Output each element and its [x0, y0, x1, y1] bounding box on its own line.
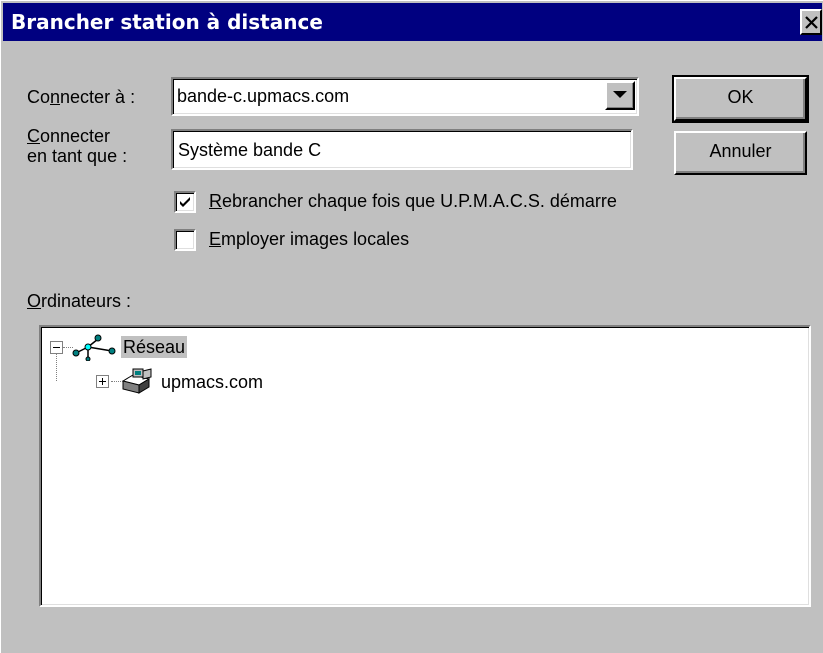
network-icon	[72, 334, 116, 361]
close-icon	[805, 16, 818, 29]
reconnect-checkbox[interactable]	[174, 191, 196, 213]
computers-label: Ordinateurs :	[27, 291, 132, 311]
dropdown-arrow-icon	[613, 91, 627, 98]
domain-computers-icon	[121, 368, 152, 394]
remote-station-dialog: Brancher station à distance Connecter à …	[0, 0, 823, 653]
tree-line	[56, 353, 57, 381]
tree-item-domain[interactable]: upmacs.com	[161, 371, 263, 393]
connect-as-value: Système bande C	[178, 140, 322, 160]
window-title: Brancher station à distance	[11, 10, 323, 34]
connect-as-label: Connecter en tant que :	[27, 126, 128, 166]
reconnect-label[interactable]: Rebrancher chaque fois que U.P.M.A.C.S. …	[209, 191, 617, 211]
collapse-toggle[interactable]	[50, 341, 63, 354]
expand-toggle[interactable]	[96, 375, 109, 388]
checkmark-icon	[180, 197, 190, 207]
close-button[interactable]	[800, 9, 822, 35]
ok-button[interactable]: OK	[672, 75, 809, 123]
title-bar[interactable]: Brancher station à distance	[3, 3, 822, 41]
minus-icon	[53, 347, 60, 348]
computers-tree[interactable]: Réseau upmacs.com	[39, 325, 811, 607]
combo-dropdown-button[interactable]	[605, 81, 635, 110]
local-images-label[interactable]: Employer images locales	[209, 229, 409, 249]
tree-item-network[interactable]: Réseau	[121, 336, 188, 358]
connect-to-combobox[interactable]: bande-c.upmacs.com	[171, 77, 639, 116]
connect-as-field[interactable]: Système bande C	[171, 129, 633, 170]
connect-to-value: bande-c.upmacs.com	[177, 86, 350, 106]
plus-icon	[99, 378, 106, 385]
connect-to-label: Connecter à :	[27, 87, 136, 107]
cancel-button[interactable]: Annuler	[674, 131, 807, 175]
local-images-checkbox[interactable]	[174, 229, 196, 251]
